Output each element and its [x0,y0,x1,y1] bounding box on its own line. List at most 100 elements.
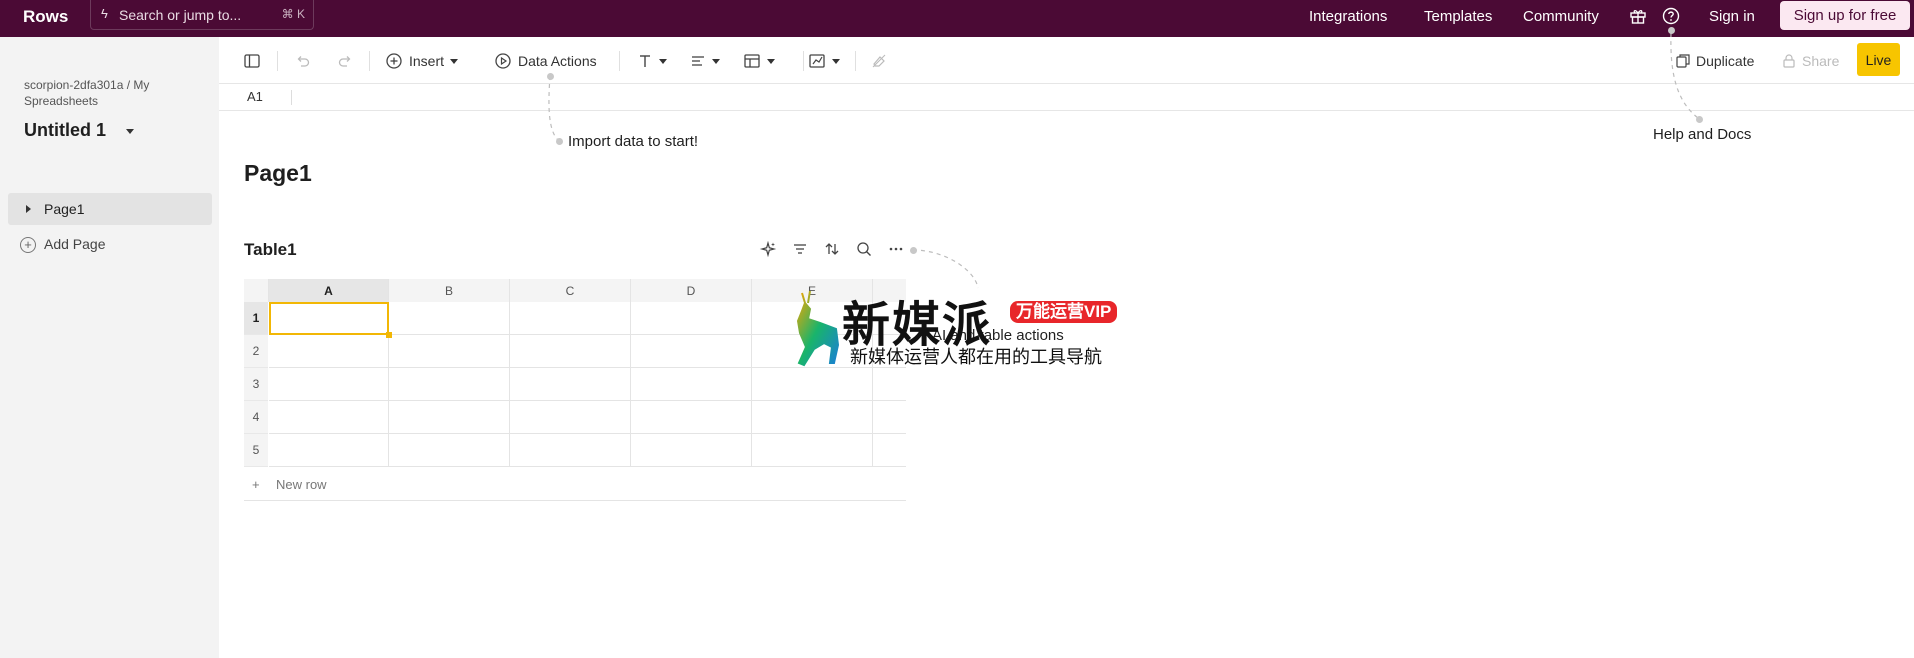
cell-b-3[interactable] [389,368,510,401]
gift-icon[interactable] [1628,6,1648,26]
cell-d-2[interactable] [631,335,752,368]
cell-b-4[interactable] [389,401,510,434]
cell-a-1[interactable] [269,302,389,335]
cell-d-5[interactable] [631,434,752,467]
duplicate-icon [1676,54,1690,68]
chevron-down-icon [659,58,667,64]
hint-dot [556,138,563,145]
cell-e-4[interactable] [752,401,873,434]
top-bar: Rows ϟ Search or jump to... ⌘ K Integrat… [0,0,1914,37]
rows-logo[interactable]: Rows [23,7,68,27]
sign-in-link[interactable]: Sign in [1709,8,1755,25]
table-title[interactable]: Table1 [244,240,297,260]
formula-divider [291,90,292,105]
toolbar: Insert Data Actions Duplicate Share [219,37,1914,84]
cell-c-5[interactable] [510,434,631,467]
row-header-5[interactable]: 5 [244,434,268,467]
new-row-button[interactable]: + New row [244,468,906,501]
cell-a-2[interactable] [269,335,389,368]
column-header-d[interactable]: D [631,279,752,302]
chart-button[interactable] [808,49,840,73]
cell-d-4[interactable] [631,401,752,434]
sidebar-toggle-icon [244,54,260,68]
ai-sparkle-icon[interactable] [759,240,777,258]
clear-format-button[interactable] [871,49,887,73]
nav-templates[interactable]: Templates [1424,8,1492,25]
watermark: 新媒派 万能运营VIP 新媒体运营人都在用的工具导航 [780,285,1135,370]
live-button[interactable]: Live [1857,43,1900,76]
cell-e-5[interactable] [752,434,873,467]
search-box[interactable]: ϟ Search or jump to... ⌘ K [90,0,314,30]
cell-b-1[interactable] [389,302,510,335]
column-header-c[interactable]: C [510,279,631,302]
toolbar-divider [277,51,278,71]
cell-extra-5[interactable] [873,434,906,467]
cell-c-4[interactable] [510,401,631,434]
more-options-icon[interactable] [887,240,905,258]
bolt-icon: ϟ [101,6,108,21]
text-format-icon [640,55,650,67]
chevron-down-icon [712,58,720,64]
sort-icon[interactable] [823,240,841,258]
cell-format-button[interactable] [743,49,775,73]
formula-bar[interactable]: A1 [219,84,1914,111]
chart-icon [809,54,825,68]
import-hint: Import data to start! [568,133,699,150]
cell-b-5[interactable] [389,434,510,467]
row-header-1[interactable]: 1 [244,302,268,335]
redo-icon [338,56,351,67]
cell-c-2[interactable] [510,335,631,368]
hint-dot [910,247,917,254]
hint-dot [547,73,554,80]
column-header-a[interactable]: A [269,279,389,302]
text-format-button[interactable] [637,49,667,73]
cell-b-2[interactable] [389,335,510,368]
sign-up-button[interactable]: Sign up for free [1780,1,1910,30]
add-page-button[interactable]: + Add Page [20,236,106,253]
undo-button[interactable] [295,49,311,73]
hint-dot [1668,27,1675,34]
nav-community[interactable]: Community [1523,8,1599,25]
cell-c-3[interactable] [510,368,631,401]
duplicate-button[interactable]: Duplicate [1675,49,1754,73]
cell-extra-4[interactable] [873,401,906,434]
row-header-3[interactable]: 3 [244,368,268,401]
cell-d-3[interactable] [631,368,752,401]
new-row-plus: + [252,477,260,492]
breadcrumb[interactable]: scorpion-2dfa301a / My Spreadsheets [24,77,204,109]
fill-handle[interactable] [386,332,392,338]
help-hint: Help and Docs [1653,126,1752,143]
align-button[interactable] [690,49,720,73]
nav-integrations[interactable]: Integrations [1309,8,1387,25]
hint-dot [1696,116,1703,123]
insert-button[interactable]: Insert [385,49,459,73]
duplicate-label: Duplicate [1696,53,1755,69]
share-button[interactable]: Share [1781,49,1839,73]
watermark-subtitle: 新媒体运营人都在用的工具导航 [850,347,1102,367]
cell-a-5[interactable] [269,434,389,467]
redo-button[interactable] [337,49,353,73]
corner-cell[interactable] [244,279,269,302]
cell-reference: A1 [247,89,263,104]
sidebar-item-label: Page1 [44,201,85,217]
row-header-2[interactable]: 2 [244,335,268,368]
search-icon[interactable] [855,240,873,258]
cell-c-1[interactable] [510,302,631,335]
row-header-4[interactable]: 4 [244,401,268,434]
sidebar-toggle-button[interactable] [243,49,261,73]
column-header-b[interactable]: B [389,279,510,302]
cell-a-4[interactable] [269,401,389,434]
doc-title[interactable]: Untitled 1 [24,120,106,141]
play-circle-icon [495,53,511,69]
page-title[interactable]: Page1 [244,160,312,187]
help-icon[interactable] [1661,6,1681,26]
filter-icon[interactable] [791,240,809,258]
chevron-down-icon[interactable] [126,129,134,134]
cell-a-3[interactable] [269,368,389,401]
cell-extra-3[interactable] [873,368,906,401]
sidebar-item-page1[interactable]: Page1 [8,193,212,225]
cell-e-3[interactable] [752,368,873,401]
data-actions-button[interactable]: Data Actions [494,49,597,73]
cell-d-1[interactable] [631,302,752,335]
expand-arrow-icon[interactable] [26,205,31,213]
